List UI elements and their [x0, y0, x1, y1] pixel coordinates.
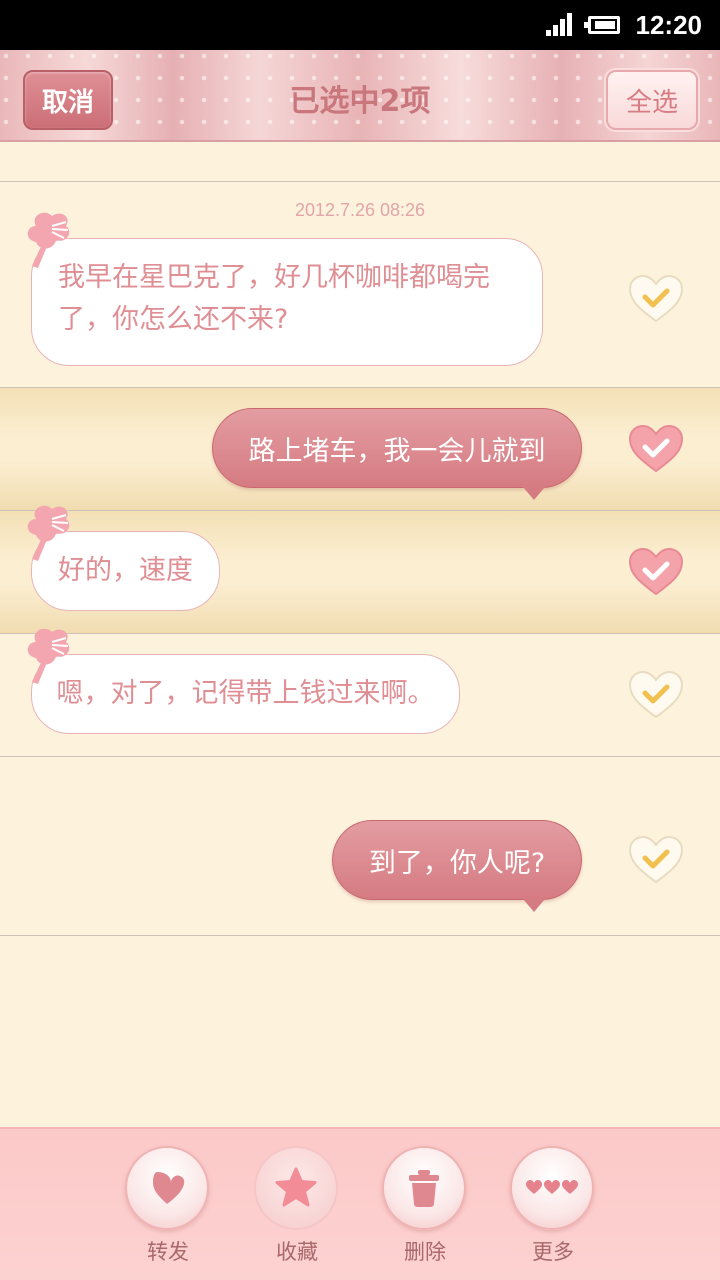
- more-button-circle[interactable]: [510, 1146, 594, 1230]
- flower-icon: [27, 628, 70, 684]
- message-row-4[interactable]: 嗯，对了，记得带上钱过来啊。: [0, 628, 720, 757]
- delete-button-circle[interactable]: [382, 1146, 466, 1230]
- outgoing-bubble: 到了，你人呢?: [332, 820, 582, 912]
- unselected-heart-check-icon[interactable]: [628, 274, 684, 324]
- unselected-heart-check-icon[interactable]: [628, 835, 684, 885]
- status-bar: 12:20: [0, 0, 720, 50]
- message-row-2[interactable]: 路上堵车，我一会儿就到: [0, 388, 720, 511]
- message-row-3[interactable]: 好的，速度: [0, 505, 720, 634]
- bubble-tail: [523, 899, 545, 912]
- title-bar: 取消 已选中2项 全选: [0, 50, 720, 142]
- message-text: 嗯，对了，记得带上钱过来啊。: [56, 678, 435, 709]
- selected-heart-check-icon[interactable]: [628, 424, 684, 474]
- forward-button[interactable]: 转发: [125, 1146, 211, 1266]
- bottom-toolbar: 转发 收藏 删除 更多: [0, 1127, 720, 1280]
- more-button[interactable]: 更多: [510, 1146, 596, 1266]
- message-timestamp: 2012.7.26 08:26: [294, 200, 426, 220]
- forward-button-circle[interactable]: [125, 1146, 209, 1230]
- more-label: 更多: [532, 1240, 574, 1264]
- chat-list: 2012.7.26 08:26 我早在星巴克了，好几杯咖啡都喝完 了，你怎么还不…: [0, 142, 720, 1127]
- message-text-line: 了，你怎么还不来?: [58, 304, 289, 335]
- signal-icon: [544, 12, 572, 38]
- heart-forward-icon: [153, 1172, 185, 1204]
- battery-icon: [583, 16, 620, 34]
- message-row-5[interactable]: 到了，你人呢?: [0, 757, 720, 936]
- incoming-bubble: 我早在星巴克了，好几杯咖啡都喝完 了，你怎么还不来?: [31, 238, 543, 366]
- select-all-button[interactable]: 全选: [606, 70, 698, 130]
- star-icon: [275, 1167, 317, 1207]
- message-row-1[interactable]: 2012.7.26 08:26 我早在星巴克了，好几杯咖啡都喝完 了，你怎么还不…: [0, 182, 720, 388]
- unselected-heart-check-icon[interactable]: [628, 670, 684, 720]
- message-text: 路上堵车，我一会儿就到: [248, 435, 546, 467]
- message-text: 到了，你人呢?: [368, 847, 546, 879]
- flower-icon: [27, 505, 70, 561]
- trash-icon: [409, 1170, 439, 1207]
- incoming-bubble: 嗯，对了，记得带上钱过来啊。: [31, 654, 460, 734]
- status-time: 12:20: [635, 9, 703, 40]
- favorite-button[interactable]: 收藏: [254, 1146, 340, 1266]
- list-top-spacer: [0, 142, 720, 182]
- outgoing-bubble: 路上堵车，我一会儿就到: [212, 408, 582, 500]
- bubble-tail: [523, 487, 545, 500]
- flower-icon: [27, 212, 70, 268]
- favorite-label: 收藏: [276, 1240, 318, 1264]
- delete-button[interactable]: 删除: [382, 1146, 468, 1266]
- delete-label: 删除: [404, 1240, 446, 1264]
- selected-heart-check-icon[interactable]: [628, 547, 684, 597]
- more-hearts-icon: [526, 1180, 578, 1194]
- forward-label: 转发: [147, 1240, 189, 1264]
- favorite-button-circle[interactable]: [254, 1146, 338, 1230]
- message-text-line: 我早在星巴克了，好几杯咖啡都喝完: [58, 262, 490, 293]
